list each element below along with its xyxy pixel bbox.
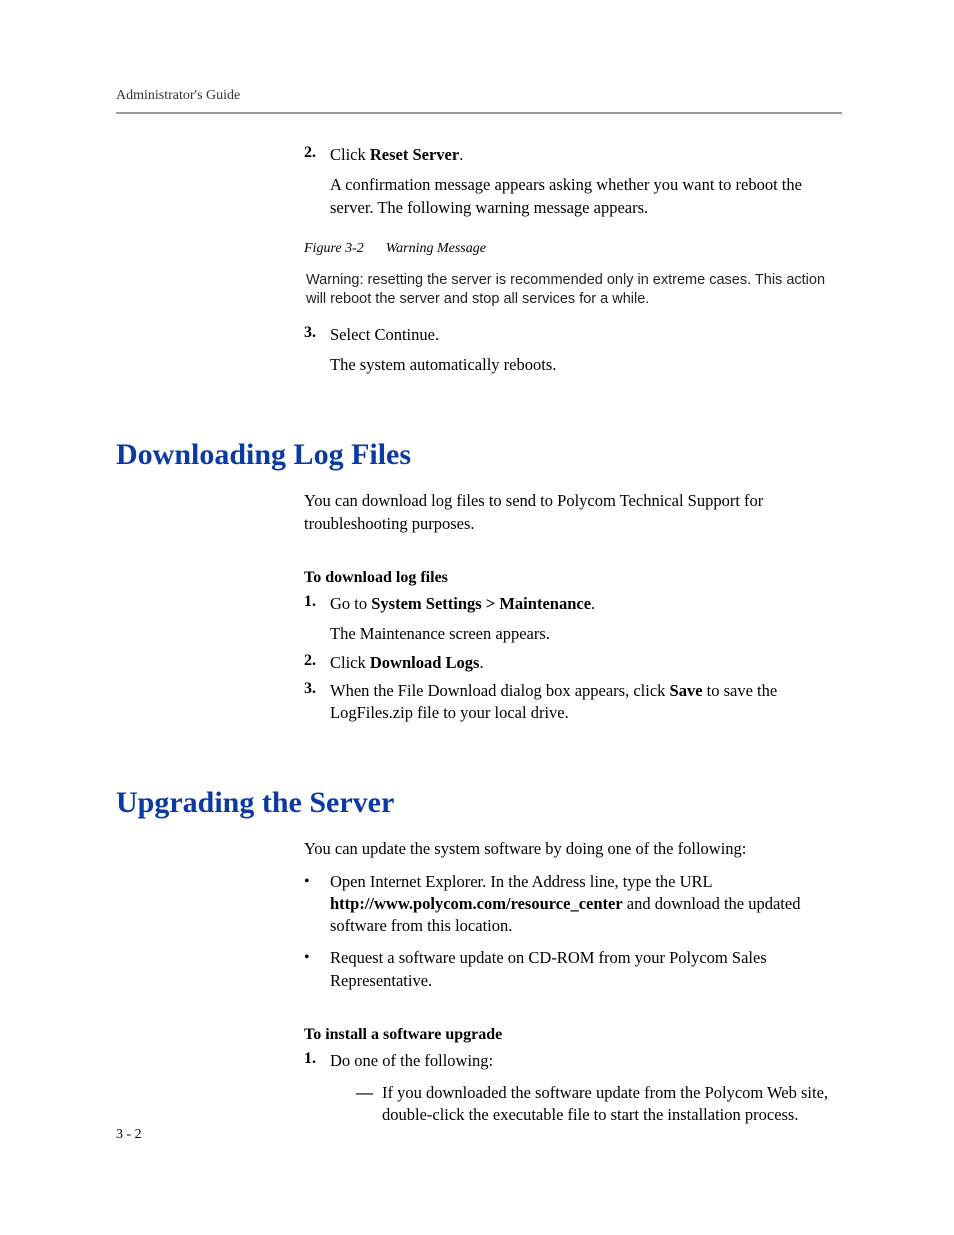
- top-steps-block: 2. Click Reset Server. A confirmation me…: [304, 144, 842, 376]
- section1-body: You can download log files to send to Po…: [304, 490, 842, 724]
- figure-number: Figure 3-2: [304, 241, 364, 256]
- sub-item: — If you downloaded the software update …: [356, 1082, 842, 1127]
- step-followup: The system automatically reboots.: [330, 354, 842, 376]
- ui-label: Reset Server: [370, 145, 459, 164]
- step-body: Click Reset Server. A confirmation messa…: [330, 144, 842, 219]
- bullet-icon: •: [304, 947, 330, 992]
- step-number: 3.: [304, 680, 330, 725]
- sub-item-text: If you downloaded the software update fr…: [382, 1082, 842, 1127]
- step-number: 1.: [304, 1050, 330, 1127]
- step-number: 3.: [304, 324, 330, 377]
- text: Click: [330, 653, 370, 672]
- step-body: Select Continue. The system automaticall…: [330, 324, 842, 377]
- procedure-heading: To install a software upgrade: [304, 1026, 842, 1044]
- page-number: 3 - 2: [116, 1127, 142, 1143]
- step-body: When the File Download dialog box appear…: [330, 680, 842, 725]
- step-number: 2.: [304, 144, 330, 219]
- bullet-text: Open Internet Explorer. In the Address l…: [330, 871, 842, 938]
- text: Do one of the following:: [330, 1051, 493, 1070]
- step-followup: A confirmation message appears asking wh…: [330, 174, 842, 219]
- intro-paragraph: You can update the system software by do…: [304, 838, 842, 860]
- ui-path: System Settings > Maintenance: [371, 594, 591, 613]
- step-2: 2. Click Reset Server. A confirmation me…: [304, 144, 842, 219]
- ui-label: Download Logs: [370, 653, 480, 672]
- section-heading-downloading-log-files: Downloading Log Files: [116, 438, 842, 472]
- intro-paragraph: You can download log files to send to Po…: [304, 490, 842, 535]
- dash-icon: —: [356, 1082, 382, 1127]
- step-number: 1.: [304, 593, 330, 646]
- text: .: [459, 145, 463, 164]
- url-text: http://www.polycom.com/resource_center: [330, 894, 623, 913]
- text: Select Continue.: [330, 325, 439, 344]
- text: Click: [330, 145, 370, 164]
- text: When the File Download dialog box appear…: [330, 681, 670, 700]
- step-3: 3. When the File Download dialog box app…: [304, 680, 842, 725]
- step-1: 1. Go to System Settings > Maintenance. …: [304, 593, 842, 646]
- step-2: 2. Click Download Logs.: [304, 652, 842, 674]
- document-page: Administrator's Guide 2. Click Reset Ser…: [0, 0, 954, 1235]
- text: Open Internet Explorer. In the Address l…: [330, 872, 712, 891]
- bullet-item: • Request a software update on CD-ROM fr…: [304, 947, 842, 992]
- running-header: Administrator's Guide: [116, 88, 842, 104]
- figure-caption: Figure 3-2 Warning Message: [304, 241, 842, 257]
- text: .: [479, 653, 483, 672]
- bullet-icon: •: [304, 871, 330, 938]
- step-followup: The Maintenance screen appears.: [330, 623, 842, 645]
- step-body: Go to System Settings > Maintenance. The…: [330, 593, 842, 646]
- section-heading-upgrading-the-server: Upgrading the Server: [116, 786, 842, 820]
- ui-label: Save: [670, 681, 703, 700]
- bullet-item: • Open Internet Explorer. In the Address…: [304, 871, 842, 938]
- header-rule: [116, 112, 842, 114]
- text: Go to: [330, 594, 371, 613]
- warning-message: Warning: resetting the server is recomme…: [306, 271, 842, 310]
- figure-title: Warning Message: [386, 241, 486, 256]
- step-3: 3. Select Continue. The system automatic…: [304, 324, 842, 377]
- step-1: 1. Do one of the following: — If you dow…: [304, 1050, 842, 1127]
- step-body: Do one of the following: — If you downlo…: [330, 1050, 842, 1127]
- section2-body: You can update the system software by do…: [304, 838, 842, 1126]
- procedure-heading: To download log files: [304, 569, 842, 587]
- step-number: 2.: [304, 652, 330, 674]
- bullet-text: Request a software update on CD-ROM from…: [330, 947, 842, 992]
- text: .: [591, 594, 595, 613]
- step-body: Click Download Logs.: [330, 652, 842, 674]
